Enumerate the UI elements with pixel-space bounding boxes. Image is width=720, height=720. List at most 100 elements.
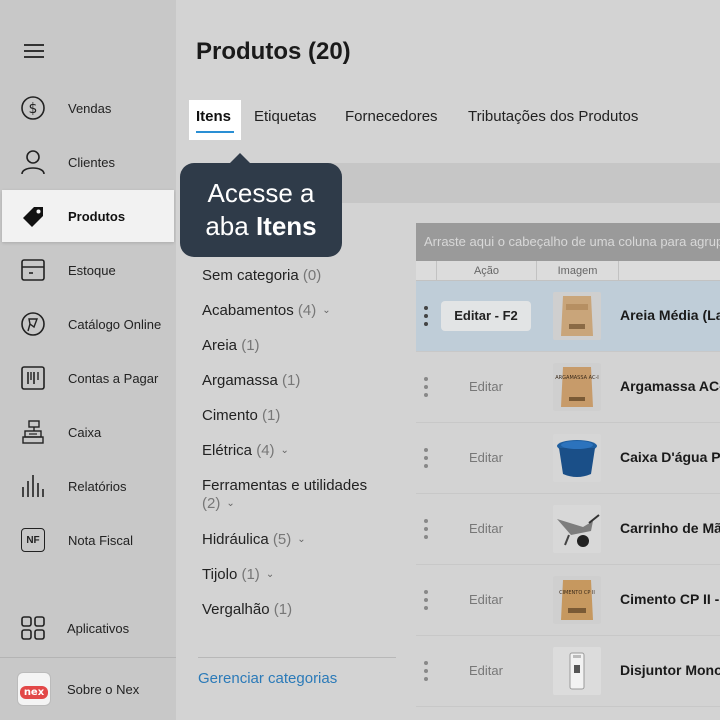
edit-button[interactable]: Editar xyxy=(441,585,531,615)
sidebar-item-produtos[interactable]: Produtos xyxy=(2,190,174,242)
sidebar-item-sobre-o-nex[interactable]: Sobre o Nex xyxy=(67,682,139,697)
category-item[interactable]: Elétrica (4) ⌄ xyxy=(202,442,289,459)
group-panel[interactable]: Arraste aqui o cabeçalho de uma coluna p… xyxy=(416,223,720,261)
category-count: (1) xyxy=(241,566,260,583)
sidebar-item-label: Vendas xyxy=(68,100,112,116)
svg-text:$: $ xyxy=(29,101,38,117)
row-menu-icon[interactable] xyxy=(423,519,429,539)
sidebar-item-label: Nota Fiscal xyxy=(68,532,134,548)
tab-fornecedores[interactable]: Fornecedores xyxy=(345,108,438,125)
row-menu-icon[interactable] xyxy=(423,306,429,326)
products-grid: Arraste aqui o cabeçalho de uma coluna p… xyxy=(416,223,720,720)
chevron-down-icon[interactable]: ⌄ xyxy=(281,445,289,456)
sidebar-item-label: Aplicativos xyxy=(67,620,130,636)
dollar-circle-icon: $ xyxy=(20,95,46,121)
bar-chart-icon xyxy=(20,473,46,499)
product-name: Cimento CP II - 50kg xyxy=(620,591,720,607)
menu-icon[interactable] xyxy=(24,44,44,60)
category-item[interactable]: Tijolo (1) ⌄ xyxy=(202,566,274,583)
category-name: Ferramentas e utilidades xyxy=(202,477,368,494)
product-name: Carrinho de Mão xyxy=(620,520,720,536)
box-icon xyxy=(20,257,46,283)
category-item[interactable]: Vergalhão (1) xyxy=(202,601,292,618)
sidebar-item-vendas[interactable]: $ Vendas xyxy=(0,82,176,134)
edit-button[interactable]: Editar xyxy=(441,514,531,544)
tab-etiquetas[interactable]: Etiquetas xyxy=(254,108,317,125)
category-item[interactable]: Ferramentas e utilidades xyxy=(202,477,367,494)
sidebar-item-catalogo-online[interactable]: Catálogo Online xyxy=(0,298,176,350)
category-count: (0) xyxy=(302,267,322,284)
table-row[interactable]: Editar - F2 Areia Média (Lata) xyxy=(416,281,720,352)
category-count: (1) xyxy=(262,407,281,424)
chevron-down-icon[interactable]: ⌄ xyxy=(266,569,274,580)
column-header-image[interactable]: Imagem xyxy=(536,261,618,281)
row-menu-icon[interactable] xyxy=(423,377,429,397)
tooltip-line-2-prefix: aba xyxy=(205,211,256,241)
category-item[interactable]: Hidráulica (5) ⌄ xyxy=(202,531,306,548)
category-name: Cimento xyxy=(202,407,258,424)
category-name: Elétrica xyxy=(202,442,253,459)
tooltip-line-2: aba Itens xyxy=(180,210,342,243)
chevron-down-icon[interactable]: ⌄ xyxy=(226,498,234,509)
sidebar-item-clientes[interactable]: Clientes xyxy=(0,136,176,188)
edit-button[interactable]: Editar - F2 xyxy=(441,301,531,331)
catalog-icon xyxy=(20,311,46,337)
user-icon xyxy=(20,149,46,175)
row-menu-icon[interactable] xyxy=(423,661,429,681)
category-item[interactable]: Sem categoria (0) xyxy=(202,267,321,284)
product-image xyxy=(553,434,601,482)
tab-active-underline xyxy=(196,131,234,133)
product-image xyxy=(553,647,601,695)
sidebar-item-aplicativos[interactable]: Aplicativos xyxy=(0,602,176,654)
sidebar-divider xyxy=(0,657,176,658)
column-header-name[interactable] xyxy=(618,261,720,281)
table-row[interactable]: Editar Disjuntor Monopolar xyxy=(416,636,720,707)
tab-tributacoes[interactable]: Tributações dos Produtos xyxy=(468,108,638,125)
edit-button[interactable]: Editar xyxy=(441,443,531,473)
category-item[interactable]: Argamassa (1) xyxy=(202,372,300,389)
tooltip-line-1: Acesse a xyxy=(207,178,315,208)
category-item[interactable]: Areia (1) xyxy=(202,337,260,354)
edit-button[interactable]: Editar xyxy=(441,372,531,402)
tab-itens[interactable]: Itens xyxy=(196,108,231,125)
sidebar-item-label: Estoque xyxy=(68,262,116,278)
row-menu-icon[interactable] xyxy=(423,448,429,468)
sidebar-item-estoque[interactable]: Estoque xyxy=(0,244,176,296)
category-count: (4) xyxy=(297,302,317,319)
category-name: Areia xyxy=(202,337,238,354)
category-item[interactable]: Cimento (1) xyxy=(202,407,280,424)
sidebar-item-label: Relatórios xyxy=(68,478,127,494)
sidebar-item-nota-fiscal[interactable]: NF Nota Fiscal xyxy=(0,514,176,566)
sidebar-item-contas-a-pagar[interactable]: Contas a Pagar xyxy=(0,352,176,404)
nex-logo[interactable]: nex xyxy=(17,672,51,706)
category-item[interactable]: Acabamentos (4) ⌄ xyxy=(202,302,331,319)
product-image xyxy=(553,505,601,553)
sidebar-item-relatorios[interactable]: Relatórios xyxy=(0,460,176,512)
sidebar-item-label: Caixa xyxy=(68,424,102,440)
table-row[interactable]: Editar Carrinho de Mão xyxy=(416,494,720,565)
main-content: Produtos (20) Itens Etiquetas Fornecedor… xyxy=(176,0,720,720)
chevron-down-icon[interactable]: ⌄ xyxy=(322,305,330,316)
edit-button[interactable]: Editar xyxy=(441,656,531,686)
category-name: Hidráulica xyxy=(202,531,269,548)
table-row[interactable]: Editar CIMENTO CP II Cimento CP II - 50k… xyxy=(416,565,720,636)
nf-icon-text: NF xyxy=(26,534,40,546)
product-image: CIMENTO CP II xyxy=(553,576,601,624)
sidebar-item-label: Contas a Pagar xyxy=(68,370,159,386)
row-menu-icon[interactable] xyxy=(423,590,429,610)
category-count: (1) xyxy=(241,337,260,354)
product-image: ARGAMASSA AC-I xyxy=(553,363,601,411)
nex-logo-text: nex xyxy=(19,686,49,699)
column-header-action[interactable]: Ação xyxy=(436,261,536,281)
grid-header: Ação Imagem xyxy=(416,261,720,281)
category-name: Vergalhão xyxy=(202,601,270,618)
sidebar-item-label: Produtos xyxy=(68,208,126,224)
table-row[interactable]: Editar ARGAMASSA AC-I Argamassa AC-I xyxy=(416,352,720,423)
manage-categories-link[interactable]: Gerenciar categorias xyxy=(198,670,337,687)
product-image xyxy=(553,292,601,340)
table-row[interactable]: Editar Caixa D'água Polietileno xyxy=(416,423,720,494)
sidebar-item-caixa[interactable]: Caixa xyxy=(0,406,176,458)
cash-register-icon xyxy=(20,419,46,445)
category-item-count-line[interactable]: (2) ⌄ xyxy=(202,495,235,512)
chevron-down-icon[interactable]: ⌄ xyxy=(297,534,305,545)
